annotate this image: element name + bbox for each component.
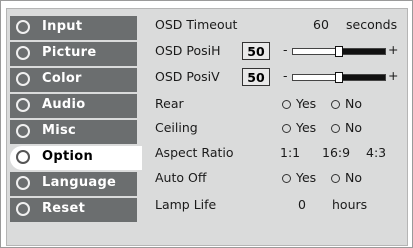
option-label: Yes: [296, 96, 317, 111]
option-label: Yes: [296, 170, 317, 185]
aspect-1-1-option[interactable]: 1:1: [280, 145, 300, 160]
sidebar: Input Picture Color Audio Misc Option La…: [10, 12, 142, 242]
osd-posih-slider[interactable]: [292, 46, 386, 57]
sidebar-item-input[interactable]: Input: [10, 16, 137, 40]
osd-posih-label: OSD PosiH: [155, 43, 221, 58]
lamp-life-unit: hours: [332, 197, 368, 212]
option-label: No: [345, 96, 362, 111]
sidebar-item-label: Misc: [42, 123, 77, 138]
radio-circle-icon: [16, 176, 30, 190]
sidebar-item-label: Input: [42, 19, 83, 34]
rear-label: Rear: [155, 96, 184, 111]
osd-posiv-minus[interactable]: -: [283, 68, 288, 83]
aspect-ratio-label: Aspect Ratio: [155, 145, 234, 160]
sidebar-item-label: Option: [42, 149, 94, 164]
sidebar-item-label: Audio: [42, 97, 86, 112]
slider-fill: [339, 75, 385, 80]
auto-off-label: Auto Off: [155, 170, 207, 185]
radio-circle-icon: [282, 124, 291, 133]
option-label: No: [345, 170, 362, 185]
sidebar-item-misc[interactable]: Misc: [10, 120, 137, 144]
osd-timeout-unit: seconds: [346, 17, 398, 32]
sidebar-item-option[interactable]: Option: [10, 146, 142, 170]
auto-off-no-option[interactable]: No: [331, 170, 362, 185]
radio-circle-icon: [16, 46, 30, 60]
aspect-16-9-option[interactable]: 16:9: [322, 145, 350, 160]
radio-circle-icon: [16, 98, 30, 112]
sidebar-item-label: Language: [42, 175, 117, 190]
radio-circle-icon: [282, 174, 291, 183]
aspect-4-3-option[interactable]: 4:3: [366, 145, 386, 160]
lamp-life-value: 0: [298, 197, 306, 212]
radio-circle-icon: [331, 174, 340, 183]
sidebar-item-color[interactable]: Color: [10, 68, 137, 92]
auto-off-yes-option[interactable]: Yes: [282, 170, 316, 185]
sidebar-item-picture[interactable]: Picture: [10, 42, 137, 66]
radio-circle-icon: [16, 202, 30, 216]
ceiling-label: Ceiling: [155, 120, 198, 135]
ceiling-no-option[interactable]: No: [331, 120, 362, 135]
osd-posiv-plus[interactable]: +: [388, 68, 398, 83]
sidebar-item-label: Reset: [42, 201, 86, 216]
radio-circle-icon: [16, 124, 30, 138]
sidebar-item-label: Picture: [42, 45, 97, 60]
sidebar-item-language[interactable]: Language: [10, 172, 137, 196]
osd-posiv-slider[interactable]: [292, 72, 386, 83]
osd-posiv-label: OSD PosiV: [155, 69, 220, 84]
radio-circle-icon: [282, 100, 291, 109]
radio-circle-icon: [16, 72, 30, 86]
osd-posiv-value-box: 50: [242, 68, 270, 86]
radio-circle-icon: [331, 124, 340, 133]
osd-posih-minus[interactable]: -: [283, 42, 288, 57]
ceiling-yes-option[interactable]: Yes: [282, 120, 316, 135]
sidebar-item-label: Color: [42, 71, 82, 86]
sidebar-item-audio[interactable]: Audio: [10, 94, 137, 118]
slider-knob[interactable]: [335, 46, 343, 57]
rear-yes-option[interactable]: Yes: [282, 96, 316, 111]
slider-fill: [339, 49, 385, 54]
osd-posih-plus[interactable]: +: [388, 42, 398, 57]
option-label: No: [345, 120, 362, 135]
radio-circle-icon: [16, 150, 30, 164]
radio-circle-icon: [331, 100, 340, 109]
option-label: Yes: [296, 120, 317, 135]
slider-knob[interactable]: [335, 72, 343, 83]
radio-circle-icon: [16, 20, 30, 34]
lamp-life-label: Lamp Life: [155, 197, 217, 212]
rear-no-option[interactable]: No: [331, 96, 362, 111]
sidebar-item-reset[interactable]: Reset: [10, 198, 137, 222]
osd-timeout-value[interactable]: 60: [313, 17, 329, 32]
osd-posih-value-box: 50: [242, 42, 270, 60]
osd-timeout-label: OSD Timeout: [155, 17, 238, 32]
